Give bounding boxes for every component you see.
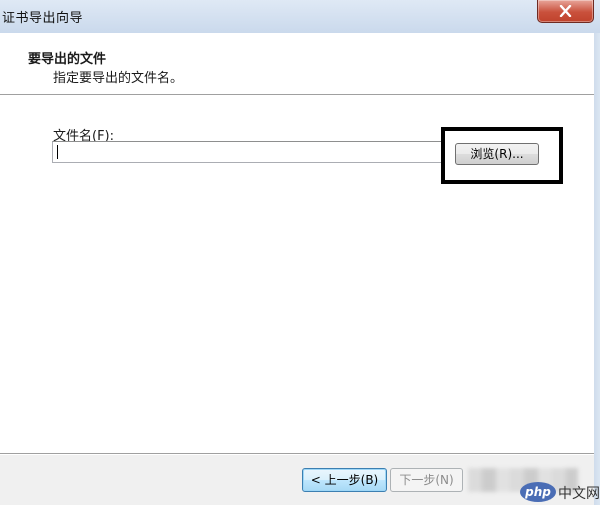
- wizard-footer: < 上一步(B) 下一步(N): [0, 455, 594, 505]
- watermark-logo: php 中文网: [520, 480, 600, 505]
- text-caret: [57, 145, 58, 159]
- page-title: 要导出的文件: [28, 52, 107, 67]
- file-name-input[interactable]: [59, 144, 443, 162]
- back-button[interactable]: < 上一步(B): [302, 468, 387, 492]
- next-button[interactable]: 下一步(N): [390, 468, 463, 492]
- php-logo: php: [520, 482, 556, 502]
- close-button[interactable]: [537, 0, 594, 23]
- browse-button[interactable]: 浏览(R)...: [455, 143, 539, 165]
- window-title: 证书导出向导: [2, 11, 84, 26]
- wizard-content: 要导出的文件 指定要导出的文件名。 文件名(F): 浏览(R)... < 上一步…: [0, 33, 594, 505]
- wizard-header: 要导出的文件 指定要导出的文件名。: [0, 33, 594, 94]
- close-icon: [559, 5, 572, 17]
- header-divider: [0, 94, 594, 96]
- window-frame-right: [594, 33, 600, 505]
- file-name-field[interactable]: [52, 141, 444, 163]
- watermark-site-text: 中文网: [558, 486, 600, 502]
- title-bar: 证书导出向导: [0, 0, 600, 33]
- page-subtitle: 指定要导出的文件名。: [53, 71, 184, 86]
